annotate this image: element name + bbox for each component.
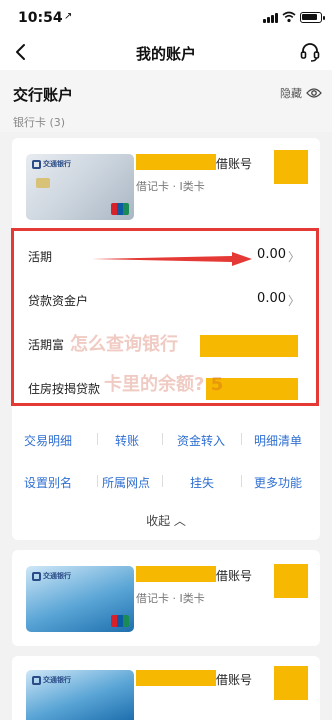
action-statement[interactable]: 明细清单: [254, 432, 302, 449]
redacted-account: [136, 154, 216, 170]
hide-label: 隐藏: [280, 87, 302, 100]
page-title: 我的账户: [135, 45, 196, 63]
battery-icon: [300, 12, 325, 23]
action-branch[interactable]: 所属网点: [102, 474, 150, 491]
account-number: 借账号: [216, 673, 253, 687]
bank-card-image[interactable]: 交通银行: [26, 154, 134, 220]
bank-logo: 交通银行: [32, 571, 71, 581]
action-report-loss[interactable]: 挂失: [190, 474, 214, 491]
card-type: 借记卡 · I类卡: [136, 180, 205, 193]
status-time: 10:54: [18, 10, 63, 26]
account-number: 借账号: [216, 157, 253, 171]
account-number: 借账号: [216, 569, 253, 583]
signal-icon: [263, 13, 279, 23]
account-card: 交通银行 借账号: [12, 656, 320, 720]
action-transactions[interactable]: 交易明细: [24, 432, 72, 449]
unionpay-icon: [111, 203, 129, 215]
chevron-up-icon: ︿: [173, 514, 186, 528]
account-card: 交通银行 借账号 借记卡 · I类卡: [12, 550, 320, 646]
status-bar: 10:54 ↗: [0, 0, 332, 34]
redacted-account: [136, 670, 216, 686]
action-alias[interactable]: 设置别名: [24, 474, 72, 491]
hide-balance-toggle[interactable]: 隐藏: [280, 85, 322, 101]
section-title: 交行账户: [13, 86, 74, 104]
collapse-button[interactable]: 收起 ︿: [12, 512, 320, 529]
bank-card-image[interactable]: 交通银行: [26, 670, 134, 720]
redacted-account: [136, 566, 216, 582]
redacted-block: [274, 666, 308, 700]
card-count: 银行卡 (3): [13, 116, 66, 129]
unionpay-icon: [111, 615, 129, 627]
nav-bar: 我的账户: [0, 34, 332, 70]
action-transfer[interactable]: 转账: [115, 432, 139, 449]
location-arrow-icon: ↗: [64, 11, 73, 22]
headset-icon[interactable]: [298, 40, 322, 64]
eye-icon: [306, 88, 322, 98]
action-more[interactable]: 更多功能: [254, 474, 302, 491]
action-fund-in[interactable]: 资金转入: [177, 432, 225, 449]
bank-logo: 交通银行: [32, 675, 71, 685]
redacted-block: [274, 150, 308, 184]
bank-card-image[interactable]: 交通银行: [26, 566, 134, 632]
collapse-label: 收起: [146, 514, 171, 528]
redacted-block: [274, 564, 308, 598]
section-header: 交行账户 隐藏 银行卡 (3): [0, 70, 332, 132]
card-type: 借记卡 · I类卡: [136, 592, 205, 605]
wifi-icon: [282, 11, 296, 23]
arrow-annotation-icon: [92, 252, 252, 266]
bank-logo: 交通银行: [32, 159, 71, 169]
